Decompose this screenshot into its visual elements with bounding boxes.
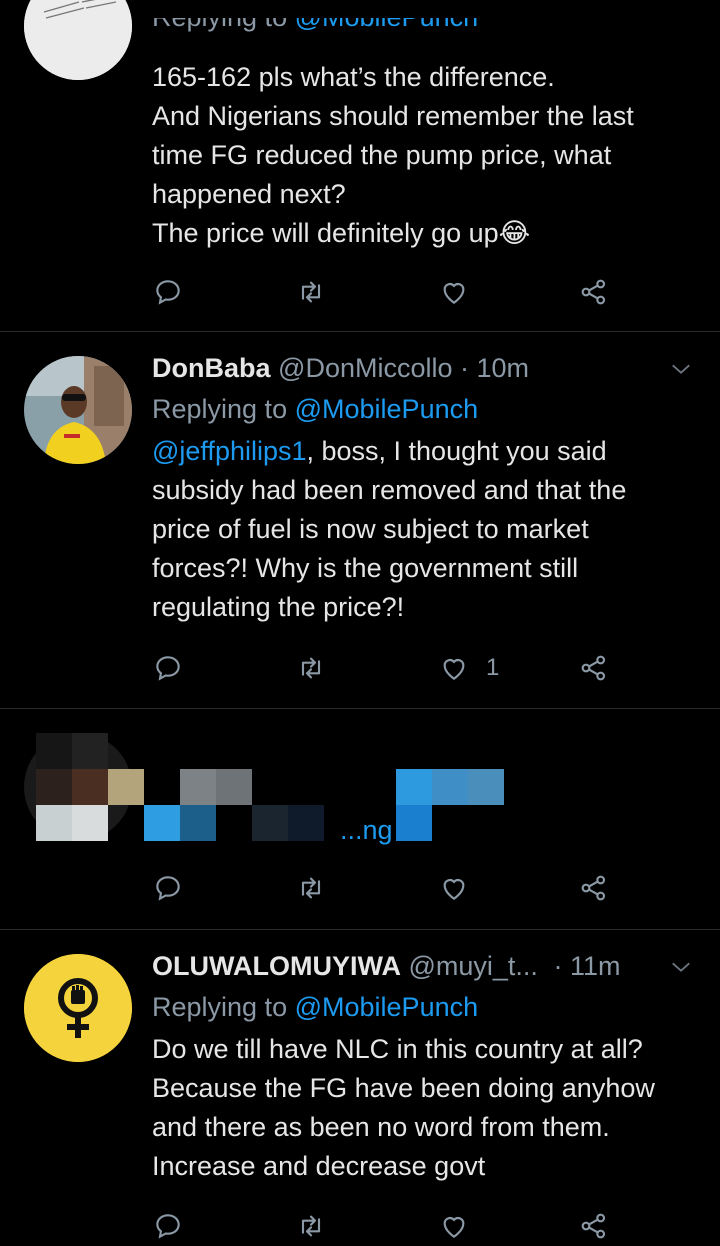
chevron-down-icon[interactable] <box>670 956 692 978</box>
reply-prefix: Replying to <box>152 992 288 1022</box>
share-button[interactable] <box>578 272 610 312</box>
like-icon <box>443 659 465 680</box>
avatar[interactable] <box>24 0 132 80</box>
share-icon <box>581 1213 606 1239</box>
retweet-icon <box>301 877 321 899</box>
like-count: 1 <box>486 654 500 681</box>
display-name[interactable]: DonBaba <box>152 353 271 383</box>
like-icon <box>443 1217 465 1238</box>
tweet-1[interactable]: Replying to @MobilePunch 165-162 pls wha… <box>0 0 720 332</box>
tweet-text: 165-162 pls what’s the difference. And N… <box>152 62 634 248</box>
avatar[interactable] <box>24 356 132 464</box>
reply-button[interactable] <box>152 868 184 908</box>
retweet-button[interactable] <box>295 868 327 908</box>
share-button[interactable] <box>578 868 610 908</box>
reply-icon <box>156 656 180 681</box>
reply-button[interactable] <box>152 1206 184 1246</box>
reply-prefix: Replying to <box>152 394 288 424</box>
like-icon <box>443 879 465 900</box>
reply-button[interactable] <box>152 648 184 688</box>
retweet-icon <box>301 1215 321 1237</box>
visible-link-fragment[interactable]: ...ng <box>340 813 393 847</box>
reply-button[interactable] <box>152 272 184 312</box>
like-icon <box>443 283 465 304</box>
share-icon <box>581 279 606 305</box>
mention-link[interactable]: @jeffphilips1 <box>152 436 307 466</box>
share-button[interactable] <box>578 1206 610 1246</box>
retweet-icon <box>301 281 321 303</box>
tweet-4[interactable]: OLUWALOMUYIWA @muyi_t... · 11m Replying … <box>0 930 720 1239</box>
reply-icon <box>156 876 180 901</box>
reply-handle[interactable]: @MobilePunch <box>295 18 479 32</box>
like-button[interactable] <box>438 868 470 908</box>
tweet-2[interactable]: DonBaba @DonMiccollo · 10m Replying to @… <box>0 332 720 708</box>
reply-icon <box>156 1214 180 1239</box>
reply-handle[interactable]: @MobilePunch <box>295 394 479 424</box>
reply-handle[interactable]: @MobilePunch <box>295 992 479 1022</box>
reply-prefix: Replying to <box>152 18 287 32</box>
retweet-button[interactable] <box>295 272 327 312</box>
reply-icon <box>156 280 180 305</box>
like-button[interactable] <box>438 1206 470 1246</box>
like-button[interactable]: 1 <box>438 648 499 688</box>
tweet-3-censored[interactable]: ...ng <box>0 709 720 929</box>
share-icon <box>581 875 606 901</box>
share-icon <box>581 655 606 681</box>
chevron-down-icon[interactable] <box>670 358 692 380</box>
user-handle[interactable]: @muyi_t... <box>409 951 538 981</box>
avatar[interactable] <box>24 954 132 1062</box>
share-button[interactable] <box>578 648 610 688</box>
display-name[interactable]: OLUWALOMUYIWA <box>152 951 401 981</box>
retweet-button[interactable] <box>295 648 327 688</box>
timestamp[interactable]: · 10m <box>460 353 529 383</box>
retweet-button[interactable] <box>295 1206 327 1246</box>
like-button[interactable] <box>438 272 470 312</box>
retweet-icon <box>301 657 321 679</box>
tweet-text: Do we till have NLC in this country at a… <box>152 1034 655 1181</box>
timestamp[interactable]: · 11m <box>553 951 620 981</box>
user-handle[interactable]: @DonMiccollo <box>278 353 452 383</box>
